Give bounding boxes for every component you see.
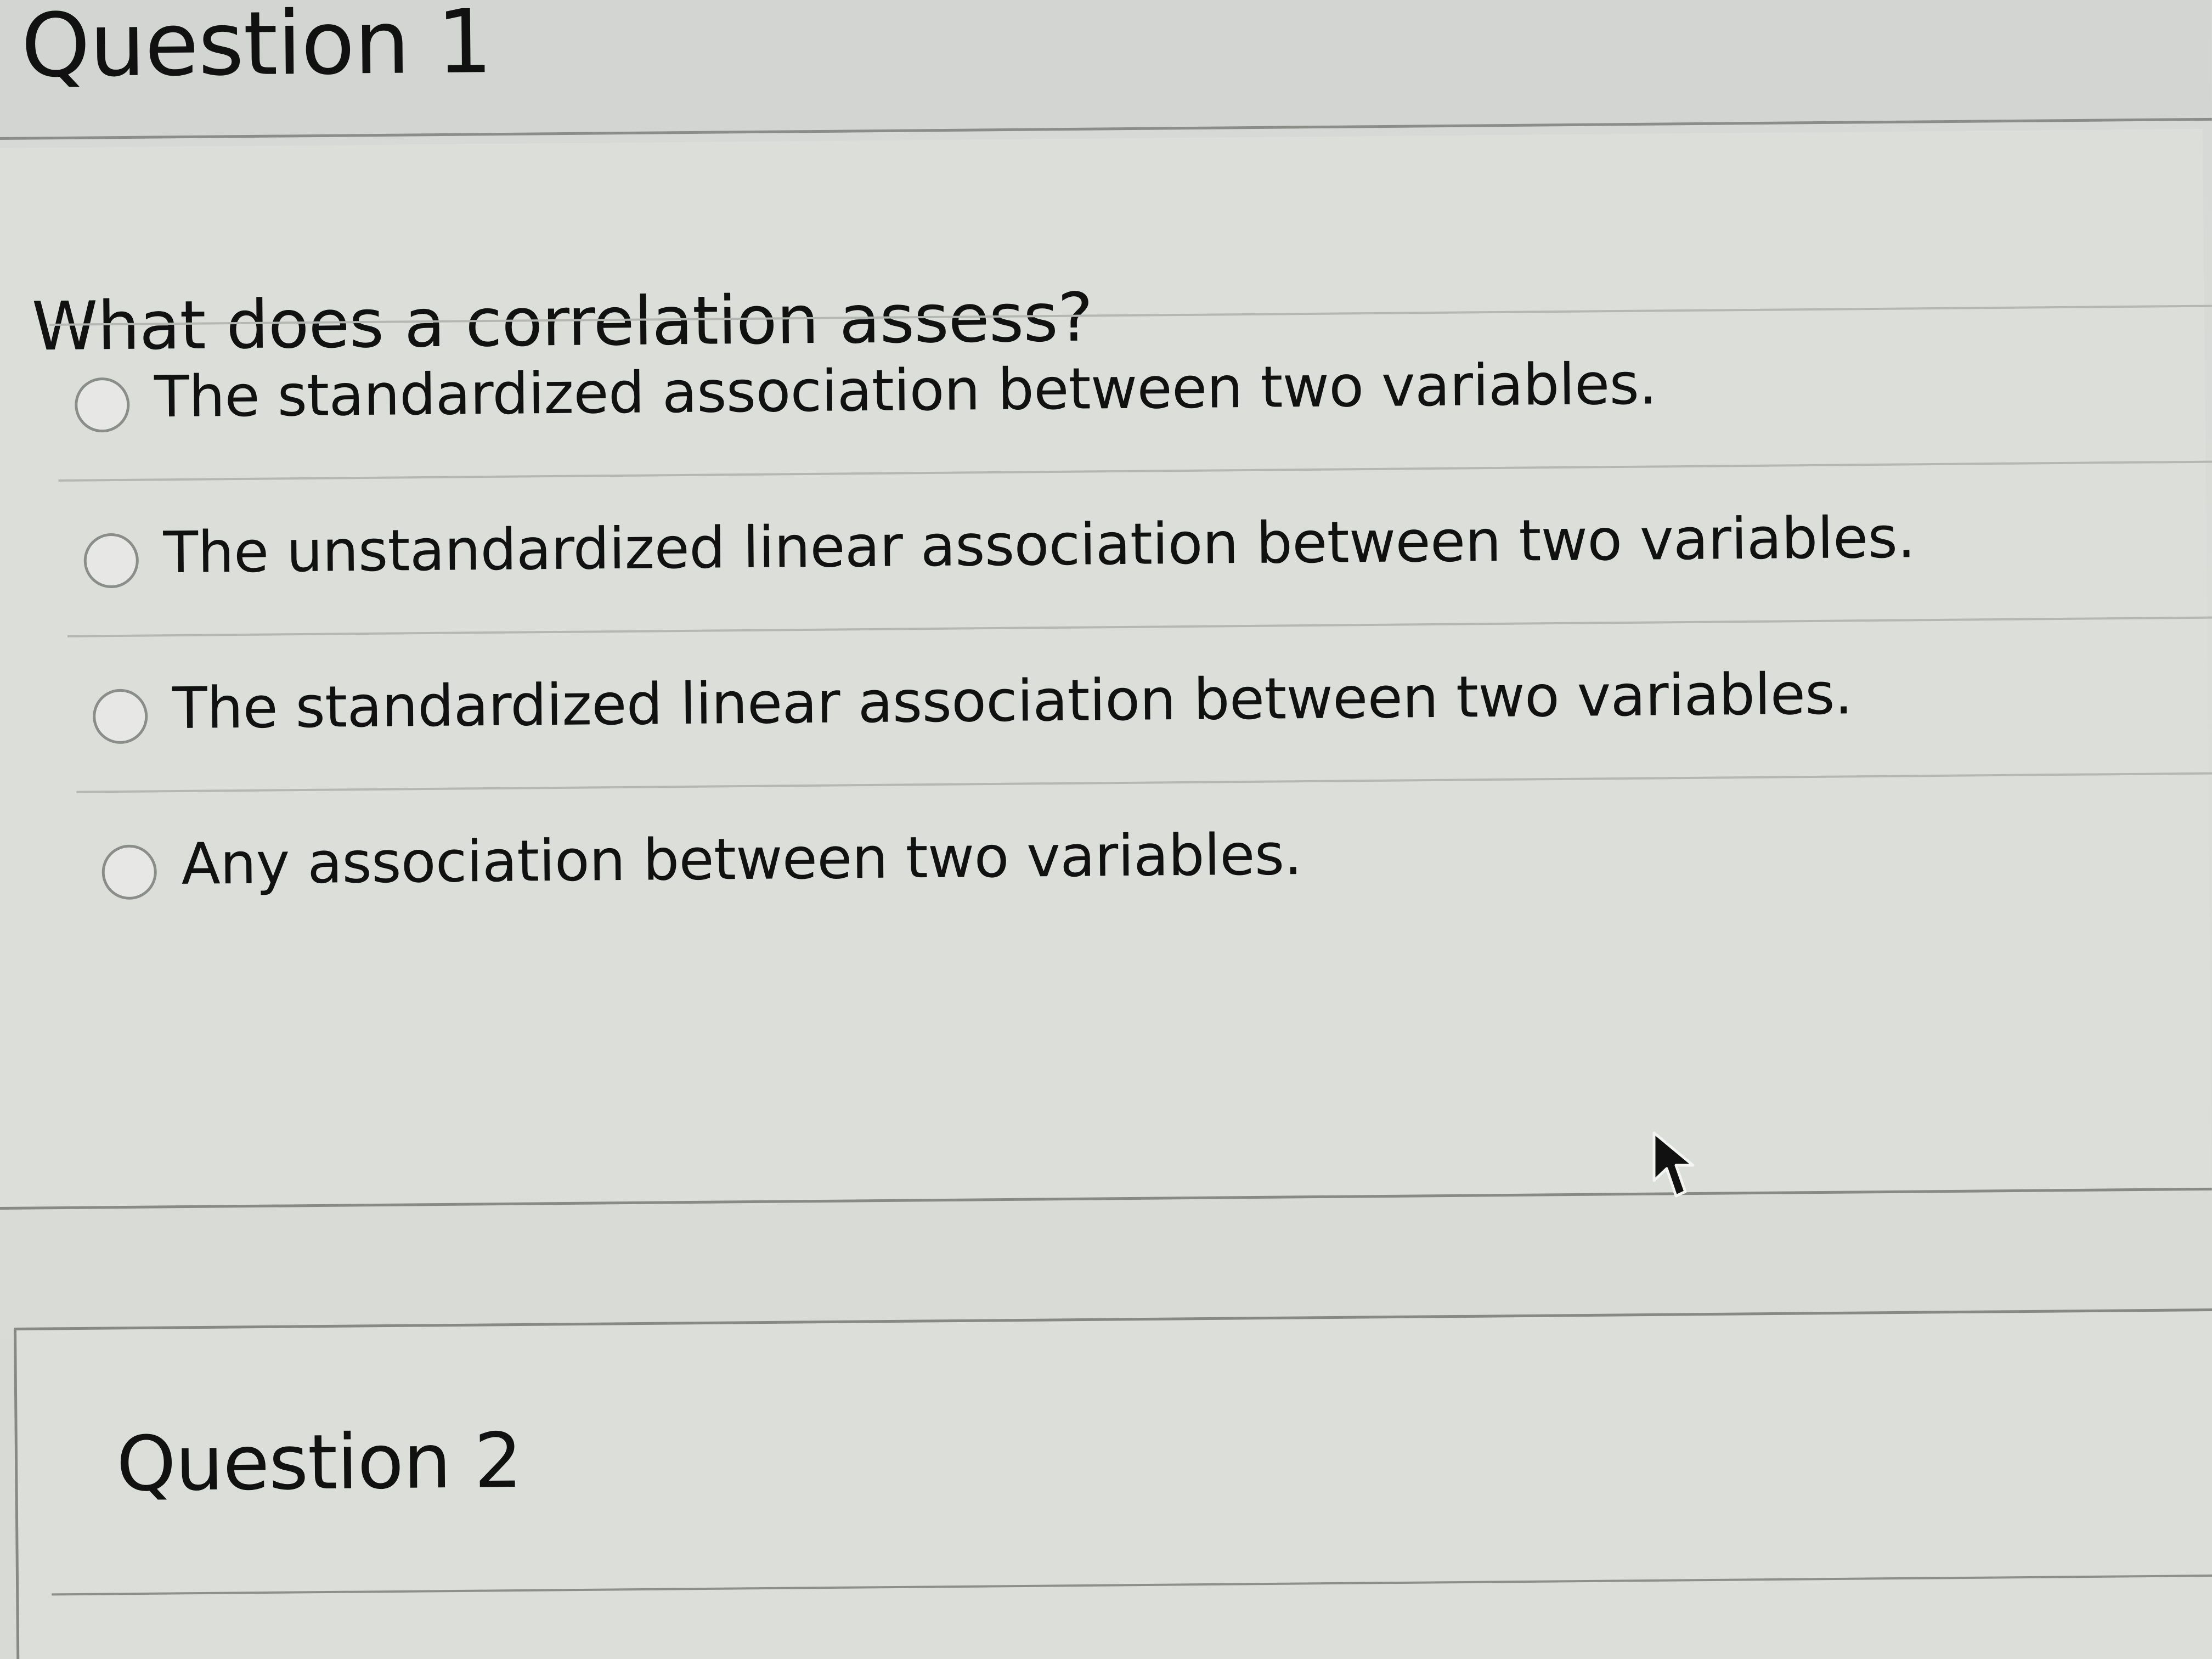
mouse-pointer-icon xyxy=(1652,1131,1695,1198)
answer-option-3[interactable]: The standardized linear association betw… xyxy=(67,616,2212,791)
answer-option-label[interactable]: The standardized association between two… xyxy=(154,350,1657,430)
question-2-card: Question 2 xyxy=(14,1308,2212,1659)
answer-option-1[interactable]: The standardized association between two… xyxy=(49,304,2212,479)
question-2-divider xyxy=(52,1574,2212,1596)
answer-option-label[interactable]: The standardized linear association betw… xyxy=(172,660,1853,742)
question-1-title: Question 1 xyxy=(20,0,493,97)
answer-option-label[interactable]: Any association between two variables. xyxy=(181,821,1302,898)
radio-button-icon[interactable] xyxy=(74,377,130,433)
radio-button-icon[interactable] xyxy=(101,844,157,900)
answer-option-4[interactable]: Any association between two variables. xyxy=(76,772,2212,947)
question-1-header: Question 1 xyxy=(0,0,2212,140)
question-2-title: Question 2 xyxy=(116,1416,522,1509)
answer-option-label[interactable]: The unstandardized linear association be… xyxy=(163,504,1915,586)
quiz-page: Question 1 What does a correlation asses… xyxy=(0,0,2212,1659)
answer-options: The standardized association between two… xyxy=(49,304,2212,947)
radio-button-icon[interactable] xyxy=(83,533,139,589)
radio-button-icon[interactable] xyxy=(92,689,148,744)
answer-option-2[interactable]: The unstandardized linear association be… xyxy=(58,460,2212,635)
